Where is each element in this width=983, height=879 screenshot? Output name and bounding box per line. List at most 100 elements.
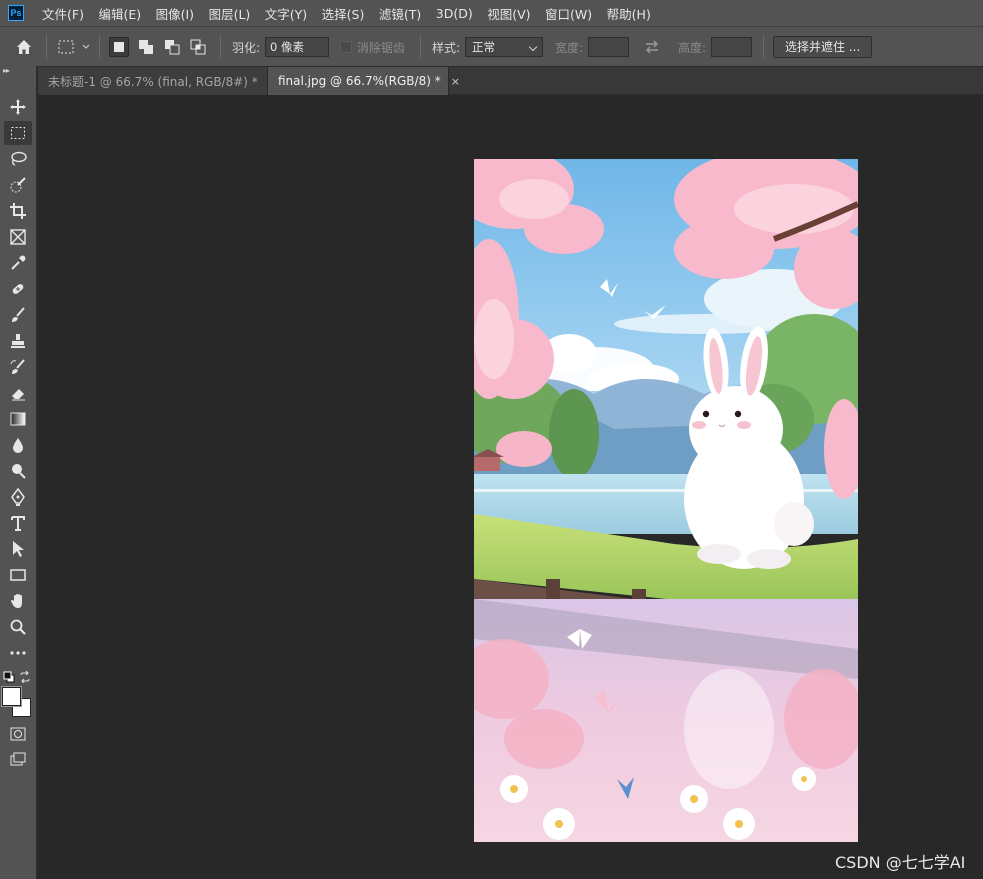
- screen-mode-icon: [10, 752, 26, 766]
- menu-3d[interactable]: 3D(D): [436, 6, 473, 21]
- subtract-selection-button[interactable]: [162, 37, 182, 57]
- brush-tool-button[interactable]: [4, 303, 32, 327]
- rect-marquee-tool-button[interactable]: [4, 121, 32, 145]
- watermark-text: CSDN @七七学AI: [835, 853, 966, 872]
- tab-label: 未标题-1 @ 66.7% (final, RGB/8#) *: [48, 74, 258, 89]
- separator: [99, 35, 100, 59]
- tab-untitled[interactable]: 未标题-1 @ 66.7% (final, RGB/8#) * ×: [38, 67, 277, 95]
- antialias-label: 消除锯齿: [357, 40, 406, 55]
- clone-stamp-tool-button[interactable]: [4, 329, 32, 353]
- hand-tool-button[interactable]: [4, 589, 32, 613]
- pen-tool-button[interactable]: [4, 485, 32, 509]
- zoom-tool-button[interactable]: [4, 615, 32, 639]
- panel-collapse-icon[interactable]: ▸▸: [0, 66, 37, 80]
- gradient-tool-button[interactable]: [4, 407, 32, 431]
- menu-select[interactable]: 选择(S): [322, 4, 365, 23]
- intersect-selection-button[interactable]: [188, 37, 208, 57]
- home-button[interactable]: [14, 27, 34, 67]
- type-tool-button[interactable]: [4, 511, 32, 535]
- gradient-icon: [10, 412, 26, 426]
- move-icon: [10, 99, 26, 115]
- screen-mode-button[interactable]: [4, 748, 32, 772]
- chevron-down-icon: [82, 44, 90, 49]
- crop-icon: [10, 203, 26, 219]
- menu-edit[interactable]: 编辑(E): [98, 4, 141, 23]
- feather-label: 羽化:: [232, 40, 261, 55]
- move-tool-button[interactable]: [4, 95, 32, 119]
- mores-icon: [10, 651, 26, 655]
- menu-window[interactable]: 窗口(W): [545, 4, 592, 23]
- style-label: 样式:: [432, 40, 461, 55]
- quick-mask-button[interactable]: [4, 722, 32, 746]
- tab-label: final.jpg @ 66.7%(RGB/8) *: [278, 74, 441, 88]
- hand-icon: [11, 594, 22, 608]
- height-input[interactable]: [711, 37, 752, 57]
- menu-image[interactable]: 图像(I): [156, 4, 194, 23]
- brush-icon: [12, 307, 25, 322]
- history-brush-tool-button[interactable]: [4, 355, 32, 379]
- tools-panel: ▸▸: [0, 66, 37, 879]
- eraser-icon: [12, 389, 25, 401]
- height-label: 高度:: [678, 40, 707, 55]
- menu-help[interactable]: 帮助(H): [607, 4, 651, 23]
- eyedropper-tool-button[interactable]: [4, 251, 32, 275]
- home-icon: [17, 40, 31, 54]
- separator: [46, 35, 47, 59]
- more-tools-button[interactable]: [4, 641, 32, 665]
- menu-type[interactable]: 文字(Y): [265, 4, 307, 23]
- separator: [220, 35, 221, 59]
- style-select[interactable]: 正常: [465, 37, 543, 57]
- width-input[interactable]: [588, 37, 629, 57]
- blur-tool-button[interactable]: [4, 433, 32, 457]
- dodge-icon: [12, 464, 26, 479]
- intersect-selection-icon: [190, 39, 206, 55]
- path-select-icon: [13, 541, 24, 557]
- quick-mask-icon: [10, 727, 26, 741]
- select-and-mask-button[interactable]: 选择并遮住 ...: [773, 36, 873, 58]
- pen-icon: [11, 488, 25, 506]
- lasso-icon: [11, 151, 27, 166]
- subtract-selection-icon: [165, 40, 180, 55]
- zoom-icon: [10, 619, 26, 635]
- healing-brush-tool-button[interactable]: [4, 277, 32, 301]
- quick-select-icon: [10, 177, 26, 193]
- type-icon: [11, 516, 25, 531]
- foreground-color-swatch[interactable]: [2, 687, 21, 706]
- menu-file[interactable]: 文件(F): [42, 4, 84, 23]
- add-selection-button[interactable]: [136, 37, 156, 57]
- width-label: 宽度:: [555, 40, 584, 55]
- blur-icon: [13, 438, 23, 453]
- frame-tool-button[interactable]: [4, 225, 32, 249]
- rect-marquee-icon: [58, 40, 74, 54]
- swap-dimensions-button[interactable]: [643, 27, 661, 67]
- quick-select-tool-button[interactable]: [4, 173, 32, 197]
- eraser-tool-button[interactable]: [4, 381, 32, 405]
- path-select-tool-button[interactable]: [4, 537, 32, 561]
- rectangle-icon: [10, 569, 26, 581]
- close-icon[interactable]: ×: [451, 75, 460, 88]
- default-colors-icon[interactable]: [3, 671, 15, 683]
- antialias-checkbox[interactable]: [340, 41, 352, 53]
- rectangle-tool-button[interactable]: [4, 563, 32, 587]
- rect-marquee-icon: [11, 127, 25, 139]
- swap-colors-icon[interactable]: [19, 671, 31, 683]
- tab-final-jpg[interactable]: final.jpg @ 66.7%(RGB/8) * ×: [268, 67, 460, 95]
- dodge-tool-button[interactable]: [4, 459, 32, 483]
- menu-filter[interactable]: 滤镜(T): [379, 4, 421, 23]
- eyedropper-icon: [11, 255, 26, 270]
- new-selection-button[interactable]: [109, 37, 129, 57]
- lasso-tool-button[interactable]: [4, 147, 32, 171]
- separator: [420, 35, 421, 59]
- frame-icon: [10, 229, 26, 245]
- options-bar: 羽化: 0 像素 消除锯齿 样式: 正常 宽度: 高度: 选择并遮住 ...: [0, 26, 983, 66]
- feather-input[interactable]: 0 像素: [265, 37, 329, 57]
- tool-preset-picker[interactable]: [56, 27, 92, 67]
- history-brush-icon: [10, 359, 25, 374]
- clone-stamp-icon: [11, 334, 25, 348]
- menu-layer[interactable]: 图层(L): [209, 4, 251, 23]
- swap-arrows-icon: [646, 40, 658, 54]
- document-canvas-image[interactable]: [474, 159, 858, 842]
- menu-view[interactable]: 视图(V): [487, 4, 530, 23]
- document-tabs: 未标题-1 @ 66.7% (final, RGB/8#) * × final.…: [38, 66, 983, 95]
- crop-tool-button[interactable]: [4, 199, 32, 223]
